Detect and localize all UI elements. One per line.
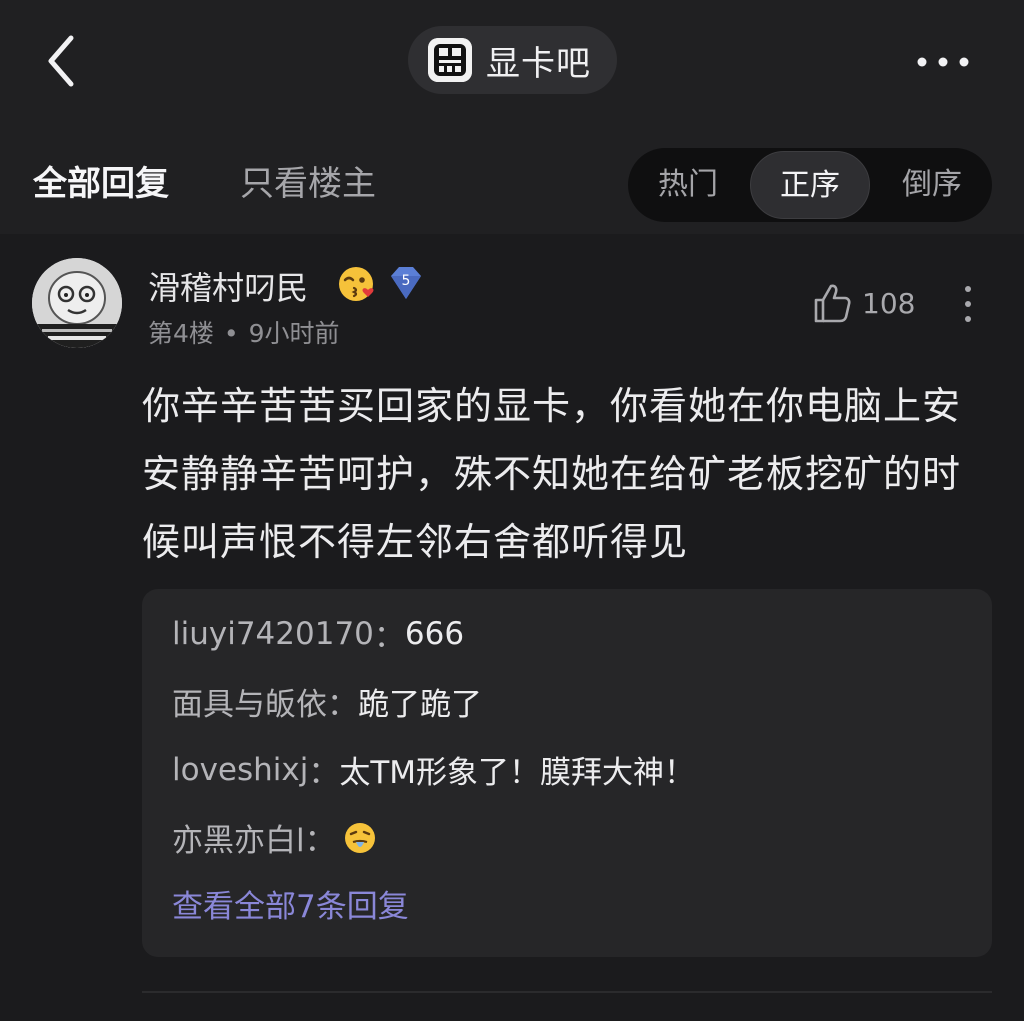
post-meta: 第4楼 • 9小时前: [148, 314, 340, 350]
top-bar: 显卡吧: [0, 0, 1024, 120]
level-badge-icon: 5: [391, 267, 421, 299]
forum-logo-icon: [428, 38, 472, 82]
sub-reply-text: 太TM形象了！膜拜大神！: [339, 755, 696, 791]
vertical-ellipsis-icon: [965, 286, 971, 322]
sort-ascending[interactable]: 正序: [750, 151, 870, 219]
level-number: 5: [402, 273, 411, 289]
sub-reply-user[interactable]: 亦黑亦白l: [172, 815, 305, 860]
sub-reply-text: 跪了跪了: [358, 687, 482, 723]
username[interactable]: 滑稽村叼民: [148, 263, 308, 309]
sub-reply-text: 666: [404, 615, 465, 652]
ellipsis-icon: [917, 57, 969, 67]
sub-reply-user[interactable]: liuyi7420170: [172, 616, 374, 652]
like-count: 108: [862, 286, 916, 320]
sub-reply[interactable]: liuyi7420170： 666: [172, 611, 464, 656]
forum-name: 显卡吧: [486, 43, 591, 84]
forum-link[interactable]: 显卡吧: [408, 26, 617, 94]
sort-segmented-control: 热门 正序 倒序: [628, 148, 992, 222]
kiss-emoji-icon: [339, 267, 374, 301]
sub-reply-separator: ：: [304, 823, 336, 859]
post-body: 你辛辛苦苦买回家的显卡，你看她在你电脑上安安静静辛苦呵护，殊不知她在给矿老板挖矿…: [142, 384, 962, 564]
sub-reply-separator: ：: [373, 619, 405, 655]
sub-reply-separator: ：: [308, 755, 340, 791]
tab-owner-only[interactable]: 只看楼主: [240, 156, 376, 205]
view-all-replies-link[interactable]: 查看全部7条回复: [172, 881, 409, 926]
sub-reply[interactable]: 亦黑亦白l：: [172, 815, 378, 860]
sub-replies-box: liuyi7420170： 666 面具与皈依：跪了跪了 loveshixj：太T…: [142, 589, 992, 957]
back-button[interactable]: [38, 32, 88, 90]
post-time: 9小时前: [248, 319, 340, 348]
sort-hot[interactable]: 热门: [628, 148, 748, 222]
post-more-button[interactable]: [958, 282, 978, 326]
chevron-left-icon: [48, 35, 74, 87]
sub-reply-user[interactable]: loveshixj: [172, 752, 308, 788]
divider: [142, 991, 992, 993]
avatar[interactable]: [32, 258, 122, 348]
floor-number: 第4楼: [148, 319, 214, 348]
post-detail-screen: 显卡吧 全部回复 只看楼主 热门 正序 倒序 滑稽村叼民 5 第4楼 • 9小时…: [0, 0, 1024, 1021]
thumbs-up-icon: [814, 284, 851, 323]
meta-dot: •: [223, 319, 239, 348]
sub-reply-user[interactable]: 面具与皈依: [172, 679, 327, 724]
sub-reply[interactable]: loveshixj：太TM形象了！膜拜大神！: [172, 747, 695, 792]
more-options-button[interactable]: [910, 42, 976, 82]
sub-reply[interactable]: 面具与皈依：跪了跪了: [172, 679, 482, 724]
sub-reply-separator: ：: [327, 687, 358, 723]
tongue-out-emoji-icon: [344, 822, 375, 853]
reply-filter-bar: 全部回复 只看楼主 热门 正序 倒序: [0, 120, 1024, 234]
tab-all-replies[interactable]: 全部回复: [33, 156, 169, 205]
like-button[interactable]: 108: [812, 280, 915, 326]
sort-descending[interactable]: 倒序: [872, 148, 992, 222]
